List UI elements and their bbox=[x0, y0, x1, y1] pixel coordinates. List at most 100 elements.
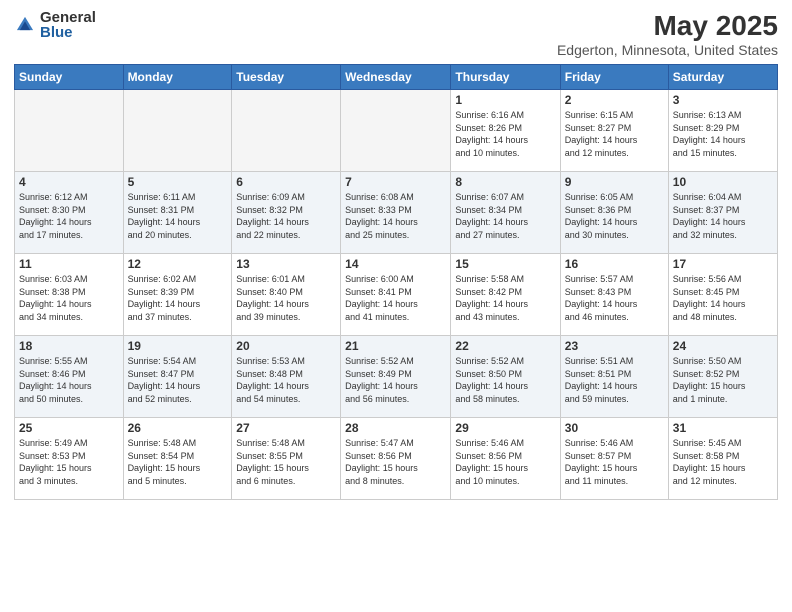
day-number: 31 bbox=[673, 421, 773, 435]
header-thursday: Thursday bbox=[451, 65, 560, 90]
day-info: Sunrise: 6:02 AM Sunset: 8:39 PM Dayligh… bbox=[128, 273, 228, 323]
day-number: 3 bbox=[673, 93, 773, 107]
day-number: 29 bbox=[455, 421, 555, 435]
day-number: 6 bbox=[236, 175, 336, 189]
calendar-subtitle: Edgerton, Minnesota, United States bbox=[557, 42, 778, 58]
day-info: Sunrise: 6:07 AM Sunset: 8:34 PM Dayligh… bbox=[455, 191, 555, 241]
logo-general: General bbox=[40, 10, 96, 25]
day-info: Sunrise: 6:03 AM Sunset: 8:38 PM Dayligh… bbox=[19, 273, 119, 323]
day-info: Sunrise: 5:53 AM Sunset: 8:48 PM Dayligh… bbox=[236, 355, 336, 405]
day-info: Sunrise: 6:16 AM Sunset: 8:26 PM Dayligh… bbox=[455, 109, 555, 159]
day-number: 17 bbox=[673, 257, 773, 271]
week-row-1: 1 Sunrise: 6:16 AM Sunset: 8:26 PM Daylig… bbox=[15, 90, 778, 172]
day-number: 15 bbox=[455, 257, 555, 271]
day-number: 28 bbox=[345, 421, 446, 435]
week-row-4: 18 Sunrise: 5:55 AM Sunset: 8:46 PM Dayli… bbox=[15, 336, 778, 418]
day-info: Sunrise: 5:52 AM Sunset: 8:49 PM Dayligh… bbox=[345, 355, 446, 405]
day-cell: 22 Sunrise: 5:52 AM Sunset: 8:50 PM Dayli… bbox=[451, 336, 560, 418]
day-info: Sunrise: 5:57 AM Sunset: 8:43 PM Dayligh… bbox=[565, 273, 664, 323]
day-cell: 15 Sunrise: 5:58 AM Sunset: 8:42 PM Dayli… bbox=[451, 254, 560, 336]
logo-icon bbox=[14, 14, 36, 36]
day-cell: 6 Sunrise: 6:09 AM Sunset: 8:32 PM Daylig… bbox=[232, 172, 341, 254]
day-info: Sunrise: 5:58 AM Sunset: 8:42 PM Dayligh… bbox=[455, 273, 555, 323]
day-info: Sunrise: 5:55 AM Sunset: 8:46 PM Dayligh… bbox=[19, 355, 119, 405]
day-cell: 25Sunrise: 5:49 AM Sunset: 8:53 PM Dayli… bbox=[15, 418, 124, 500]
day-cell: 16 Sunrise: 5:57 AM Sunset: 8:43 PM Dayli… bbox=[560, 254, 668, 336]
day-cell: 19Sunrise: 5:54 AM Sunset: 8:47 PM Dayli… bbox=[123, 336, 232, 418]
day-number: 7 bbox=[345, 175, 446, 189]
day-number: 22 bbox=[455, 339, 555, 353]
day-cell: 1 Sunrise: 6:16 AM Sunset: 8:26 PM Daylig… bbox=[451, 90, 560, 172]
day-number: 11 bbox=[19, 257, 119, 271]
day-number: 16 bbox=[565, 257, 664, 271]
day-number: 24 bbox=[673, 339, 773, 353]
day-info: Sunrise: 6:09 AM Sunset: 8:32 PM Dayligh… bbox=[236, 191, 336, 241]
day-number: 14 bbox=[345, 257, 446, 271]
header-wednesday: Wednesday bbox=[341, 65, 451, 90]
day-info: Sunrise: 6:12 AM Sunset: 8:30 PM Dayligh… bbox=[19, 191, 119, 241]
day-cell: 7 Sunrise: 6:08 AM Sunset: 8:33 PM Daylig… bbox=[341, 172, 451, 254]
day-info: Sunrise: 6:13 AM Sunset: 8:29 PM Dayligh… bbox=[673, 109, 773, 159]
header-friday: Friday bbox=[560, 65, 668, 90]
day-info: Sunrise: 6:08 AM Sunset: 8:33 PM Dayligh… bbox=[345, 191, 446, 241]
day-cell: 20 Sunrise: 5:53 AM Sunset: 8:48 PM Dayli… bbox=[232, 336, 341, 418]
day-info: Sunrise: 6:15 AM Sunset: 8:27 PM Dayligh… bbox=[565, 109, 664, 159]
day-info: Sunrise: 5:47 AM Sunset: 8:56 PM Dayligh… bbox=[345, 437, 446, 487]
day-number: 26 bbox=[128, 421, 228, 435]
day-cell: 5Sunrise: 6:11 AM Sunset: 8:31 PM Daylig… bbox=[123, 172, 232, 254]
logo-blue: Blue bbox=[40, 25, 96, 40]
day-info: Sunrise: 5:48 AM Sunset: 8:55 PM Dayligh… bbox=[236, 437, 336, 487]
day-cell: 3 Sunrise: 6:13 AM Sunset: 8:29 PM Daylig… bbox=[668, 90, 777, 172]
day-info: Sunrise: 5:56 AM Sunset: 8:45 PM Dayligh… bbox=[673, 273, 773, 323]
week-row-5: 25Sunrise: 5:49 AM Sunset: 8:53 PM Dayli… bbox=[15, 418, 778, 500]
day-info: Sunrise: 6:00 AM Sunset: 8:41 PM Dayligh… bbox=[345, 273, 446, 323]
day-cell: 23Sunrise: 5:51 AM Sunset: 8:51 PM Dayli… bbox=[560, 336, 668, 418]
day-cell: 10 Sunrise: 6:04 AM Sunset: 8:37 PM Dayli… bbox=[668, 172, 777, 254]
day-number: 18 bbox=[19, 339, 119, 353]
day-cell: 4 Sunrise: 6:12 AM Sunset: 8:30 PM Daylig… bbox=[15, 172, 124, 254]
day-cell: 9Sunrise: 6:05 AM Sunset: 8:36 PM Daylig… bbox=[560, 172, 668, 254]
day-number: 30 bbox=[565, 421, 664, 435]
page-header: General Blue May 2025 Edgerton, Minnesot… bbox=[14, 10, 778, 58]
day-cell: 8 Sunrise: 6:07 AM Sunset: 8:34 PM Daylig… bbox=[451, 172, 560, 254]
day-number: 2 bbox=[565, 93, 664, 107]
day-cell: 21Sunrise: 5:52 AM Sunset: 8:49 PM Dayli… bbox=[341, 336, 451, 418]
day-cell: 30 Sunrise: 5:46 AM Sunset: 8:57 PM Dayli… bbox=[560, 418, 668, 500]
day-number: 13 bbox=[236, 257, 336, 271]
day-cell: 14 Sunrise: 6:00 AM Sunset: 8:41 PM Dayli… bbox=[341, 254, 451, 336]
day-cell: 18 Sunrise: 5:55 AM Sunset: 8:46 PM Dayli… bbox=[15, 336, 124, 418]
header-tuesday: Tuesday bbox=[232, 65, 341, 90]
header-saturday: Saturday bbox=[668, 65, 777, 90]
title-section: May 2025 Edgerton, Minnesota, United Sta… bbox=[557, 10, 778, 58]
day-info: Sunrise: 5:46 AM Sunset: 8:56 PM Dayligh… bbox=[455, 437, 555, 487]
day-cell bbox=[15, 90, 124, 172]
calendar-page: General Blue May 2025 Edgerton, Minnesot… bbox=[0, 0, 792, 612]
day-info: Sunrise: 5:52 AM Sunset: 8:50 PM Dayligh… bbox=[455, 355, 555, 405]
day-number: 8 bbox=[455, 175, 555, 189]
day-cell: 11 Sunrise: 6:03 AM Sunset: 8:38 PM Dayli… bbox=[15, 254, 124, 336]
day-cell: 2 Sunrise: 6:15 AM Sunset: 8:27 PM Daylig… bbox=[560, 90, 668, 172]
day-number: 4 bbox=[19, 175, 119, 189]
calendar-title: May 2025 bbox=[557, 10, 778, 42]
day-number: 27 bbox=[236, 421, 336, 435]
day-number: 1 bbox=[455, 93, 555, 107]
header-sunday: Sunday bbox=[15, 65, 124, 90]
day-cell: 28 Sunrise: 5:47 AM Sunset: 8:56 PM Dayli… bbox=[341, 418, 451, 500]
day-cell bbox=[341, 90, 451, 172]
day-info: Sunrise: 5:46 AM Sunset: 8:57 PM Dayligh… bbox=[565, 437, 664, 487]
day-number: 20 bbox=[236, 339, 336, 353]
week-row-3: 11 Sunrise: 6:03 AM Sunset: 8:38 PM Dayli… bbox=[15, 254, 778, 336]
day-number: 9 bbox=[565, 175, 664, 189]
day-cell: 29 Sunrise: 5:46 AM Sunset: 8:56 PM Dayli… bbox=[451, 418, 560, 500]
day-info: Sunrise: 5:48 AM Sunset: 8:54 PM Dayligh… bbox=[128, 437, 228, 487]
day-number: 23 bbox=[565, 339, 664, 353]
day-info: Sunrise: 5:49 AM Sunset: 8:53 PM Dayligh… bbox=[19, 437, 119, 487]
day-info: Sunrise: 6:01 AM Sunset: 8:40 PM Dayligh… bbox=[236, 273, 336, 323]
day-info: Sunrise: 6:04 AM Sunset: 8:37 PM Dayligh… bbox=[673, 191, 773, 241]
day-cell: 26 Sunrise: 5:48 AM Sunset: 8:54 PM Dayli… bbox=[123, 418, 232, 500]
day-info: Sunrise: 5:50 AM Sunset: 8:52 PM Dayligh… bbox=[673, 355, 773, 405]
day-number: 10 bbox=[673, 175, 773, 189]
day-info: Sunrise: 5:54 AM Sunset: 8:47 PM Dayligh… bbox=[128, 355, 228, 405]
calendar-table: Sunday Monday Tuesday Wednesday Thursday… bbox=[14, 64, 778, 500]
day-cell: 24 Sunrise: 5:50 AM Sunset: 8:52 PM Dayli… bbox=[668, 336, 777, 418]
